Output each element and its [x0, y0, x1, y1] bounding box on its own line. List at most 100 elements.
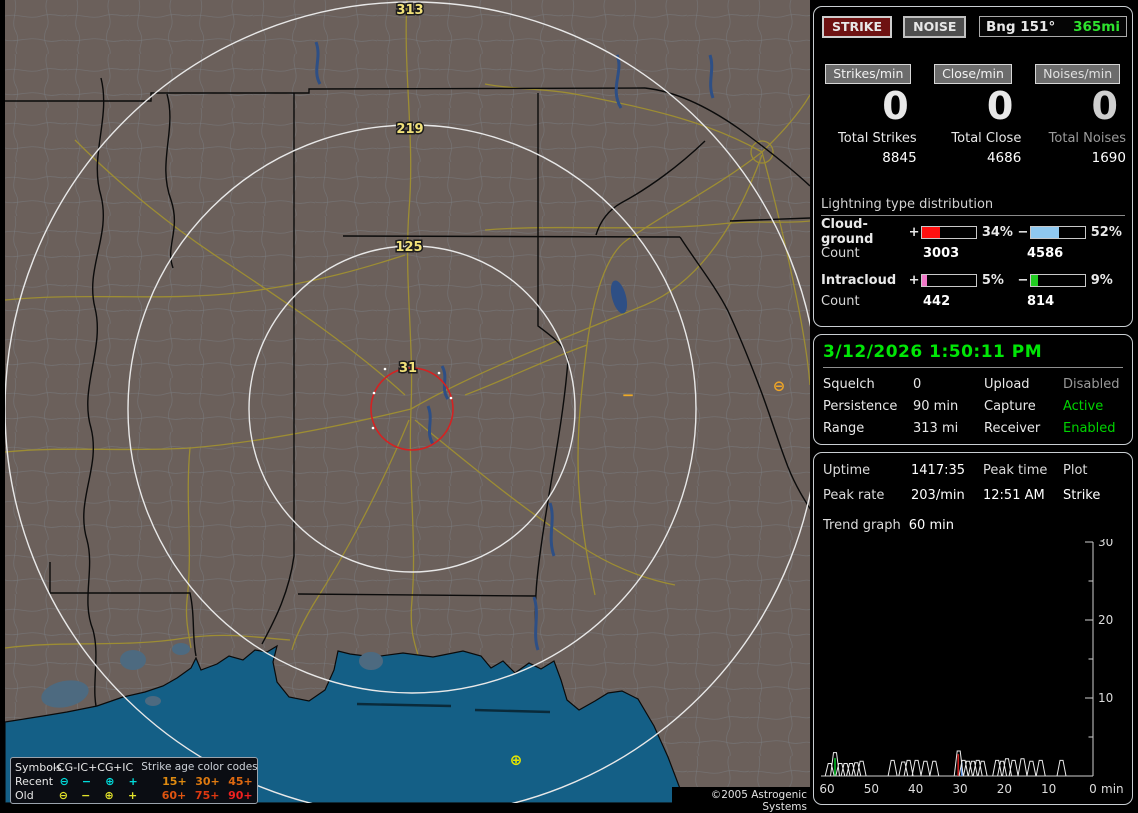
persistence-value: 90 min: [913, 399, 959, 414]
uptime-label: Uptime: [823, 463, 871, 478]
peak-rate-value: 203/min: [911, 488, 965, 503]
legend-pos-ic-header: +IC: [113, 760, 134, 774]
receiver-status: Enabled: [1063, 421, 1116, 436]
strike-mode-button[interactable]: STRIKE: [822, 16, 893, 38]
old-neg-ic-icon: −: [81, 788, 91, 802]
recent-pos-cg-icon: ⊕: [105, 774, 115, 788]
lightning-distribution: Lightning type distribution Cloud-ground…: [821, 197, 1125, 320]
legend-neg-ic-header: -IC: [73, 760, 89, 774]
ic-negative-count: 814: [1027, 294, 1055, 309]
legend-recent-row: Recent ⊖ − ⊕ + 15+ 30+ 45+: [15, 774, 257, 788]
age-code-15: 15+: [162, 774, 187, 788]
ic-negative-pct: 9%: [1090, 272, 1113, 288]
strikes-per-min-button[interactable]: Strikes/min: [825, 64, 912, 84]
plus-sign: +: [908, 272, 920, 288]
trend-window-value: 60 min: [908, 518, 954, 533]
svg-text:−: −: [622, 386, 635, 404]
cg-count-label: Count: [821, 246, 860, 261]
old-pos-ic-icon: +: [127, 788, 138, 802]
capture-label: Capture: [984, 399, 1036, 414]
datetime-display: 3/12/2026 1:50:11 PM: [823, 342, 1043, 362]
noises-per-min-button[interactable]: Noises/min: [1035, 64, 1121, 84]
ring-label-313: 313: [396, 3, 423, 18]
svg-text:30: 30: [1098, 539, 1113, 549]
plot-mode-value: Strike: [1063, 488, 1101, 503]
cloud-ground-row: Cloud-ground + 34% − 52%: [821, 217, 1125, 247]
receiver-label: Receiver: [984, 421, 1041, 436]
recent-neg-cg-icon: ⊖: [59, 774, 69, 788]
bearing-value: Bng 151°: [986, 18, 1056, 35]
map-canvas: 313 219 125 31 ⊕⊖−: [5, 0, 810, 803]
svg-text:⊖: ⊖: [773, 377, 786, 395]
minus-sign: −: [1017, 224, 1029, 240]
old-neg-cg-icon: ⊖: [58, 788, 68, 802]
legend-old-label: Old: [15, 788, 34, 802]
cg-count-row: Count 3003 4586: [821, 246, 1125, 262]
svg-text:20: 20: [1098, 613, 1113, 627]
legend-header-row: Symbols -CG -IC +CG +IC Strike age color…: [15, 760, 258, 774]
legend-old-row: Old ⊖ − ⊕ + 60+ 75+ 90+: [15, 788, 257, 802]
noise-mode-button[interactable]: NOISE: [903, 16, 967, 38]
ic-positive-pct: 5%: [981, 272, 1004, 288]
rate-counters: Strikes/min 0 Total Strikes 8845 Close/m…: [820, 63, 1126, 166]
svg-text:⊕: ⊕: [510, 751, 523, 769]
cg-positive-pct: 34%: [981, 224, 1013, 240]
cg-negative-pct: 52%: [1090, 224, 1122, 240]
trend-graph-label: Trend graph: [823, 518, 901, 533]
total-close-label: Total Close: [951, 131, 1022, 146]
strike-stats-panel: STRIKE NOISE Bng 151° 365mi Strikes/min …: [813, 6, 1133, 327]
svg-text:60: 60: [819, 782, 834, 796]
cg-positive-bar: [920, 225, 977, 239]
upload-label: Upload: [984, 377, 1030, 392]
legend-symbols-label: Symbols: [15, 760, 62, 774]
copyright-text: ©2005 Astrogenic Systems: [672, 787, 810, 813]
age-code-45: 45+: [228, 774, 253, 788]
strike-age-title: Strike age color codes: [141, 760, 258, 773]
strike-map[interactable]: 313 219 125 31 ⊕ ⊖ −: [5, 0, 810, 803]
ic-count-label: Count: [821, 294, 860, 309]
svg-text:10: 10: [1098, 691, 1113, 705]
svg-text:20: 20: [997, 782, 1012, 796]
ic-count-row: Count 442 814: [821, 294, 1125, 310]
plus-sign: +: [908, 224, 920, 240]
upload-status: Disabled: [1063, 377, 1120, 392]
squelch-value: 0: [913, 377, 922, 392]
svg-text:40: 40: [908, 782, 923, 796]
cloud-ground-label: Cloud-ground: [821, 217, 874, 247]
distribution-title: Lightning type distribution: [821, 197, 1125, 216]
bearing-range-indicator: Bng 151° 365mi: [979, 16, 1127, 37]
intracloud-row: Intracloud + 5% − 9%: [821, 272, 1125, 288]
total-noises-value: 1690: [1091, 150, 1126, 166]
ring-label-31: 31: [399, 361, 417, 376]
age-code-60: 60+: [161, 788, 187, 802]
peak-time-value: 12:51 AM: [983, 488, 1045, 503]
age-code-75: 75+: [194, 788, 220, 802]
close-per-min-value: 0: [986, 84, 1014, 128]
old-pos-cg-icon: ⊕: [104, 788, 114, 802]
trend-panel: Uptime 1417:35 Peak time Plot Peak rate …: [813, 452, 1133, 805]
symbol-legend: Symbols -CG -IC +CG +IC Strike age color…: [10, 757, 258, 804]
bearing-distance: 365mi: [1073, 18, 1120, 35]
svg-text:0: 0: [1089, 782, 1097, 796]
total-noises-label: Total Noises: [1048, 131, 1126, 146]
range-value: 313 mi: [913, 421, 959, 436]
plot-label: Plot: [1063, 463, 1088, 478]
peak-time-label: Peak time: [983, 463, 1048, 478]
ic-positive-bar: [920, 273, 977, 287]
noises-counter: Noises/min 0 Total Noises 1690: [1029, 63, 1126, 166]
close-per-min-button[interactable]: Close/min: [934, 64, 1012, 84]
recent-neg-ic-icon: −: [81, 774, 92, 788]
close-counter: Close/min 0 Total Close 4686: [925, 63, 1022, 166]
uptime-grid: Uptime 1417:35 Peak time Plot Peak rate …: [823, 463, 1123, 503]
svg-text:min: min: [1101, 782, 1124, 796]
legend-pos-cg-header: +CG: [88, 760, 114, 774]
ring-label-219: 219: [396, 122, 423, 137]
peak-rate-label: Peak rate: [823, 488, 885, 503]
cg-positive-count: 3003: [923, 246, 960, 261]
capture-status: Active: [1063, 399, 1104, 414]
uptime-value: 1417:35: [911, 463, 966, 478]
total-strikes-label: Total Strikes: [838, 131, 917, 146]
persistence-label: Persistence: [823, 399, 898, 414]
intracloud-label: Intracloud: [821, 272, 897, 288]
legend-recent-label: Recent: [15, 774, 54, 788]
